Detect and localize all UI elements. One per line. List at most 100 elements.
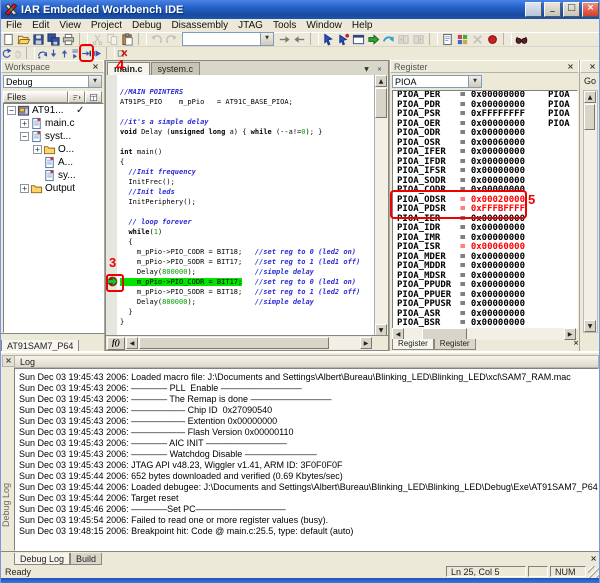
make-project-button[interactable]	[455, 32, 470, 46]
download-and-debug-button[interactable]	[381, 32, 396, 46]
tree-item-syst[interactable]: −syst...	[4, 130, 103, 143]
workspace-tree[interactable]: −AT91...✓+main.c−syst...+O...A...sy...+O…	[3, 103, 104, 333]
scroll-thumb[interactable]	[375, 88, 387, 118]
scroll-thumb[interactable]	[139, 337, 329, 349]
tree-item-a[interactable]: A...	[4, 156, 103, 169]
toolbar-separator	[429, 33, 438, 45]
scroll-left-icon[interactable]: ◀	[126, 337, 138, 349]
chevron-down-icon[interactable]: ▼	[468, 76, 481, 87]
sort-column-icon[interactable]	[68, 91, 85, 103]
toggle-breakpoint-button[interactable]	[485, 32, 500, 46]
tab-list-icon[interactable]: ▼	[361, 65, 372, 75]
register-group-combobox[interactable]: PIOA ▼	[392, 75, 482, 88]
options-column-icon[interactable]	[85, 91, 102, 103]
editor-vertical-scrollbar[interactable]: ▲ ▼	[374, 75, 388, 336]
go-to-definition-button[interactable]	[321, 32, 336, 46]
title-bar[interactable]: IAR Embedded Workbench IDE _ □ ×	[1, 0, 600, 19]
chevron-down-icon[interactable]: ▼	[88, 76, 101, 87]
new-document-button[interactable]	[1, 32, 16, 46]
log-content[interactable]: Sun Dec 03 19:45:43 2006: Loaded macro f…	[14, 368, 599, 551]
tree-item-o[interactable]: +O...	[4, 143, 103, 156]
step-into-button[interactable]	[48, 46, 59, 60]
tab-main-c[interactable]: main.c	[107, 62, 150, 75]
tab-register-2[interactable]: Register	[434, 339, 476, 350]
menu-window[interactable]: Window	[301, 20, 347, 31]
menu-view[interactable]: View	[54, 20, 86, 31]
debug-button[interactable]	[514, 32, 529, 46]
scroll-down-icon[interactable]: ▼	[584, 320, 596, 332]
log-tabs-close-icon[interactable]: ×	[590, 553, 597, 565]
register-close-icon[interactable]: ×	[564, 61, 577, 73]
menu-disassembly[interactable]: Disassembly	[166, 20, 233, 31]
tab-register-1[interactable]: Register	[392, 339, 434, 350]
find-previous-button[interactable]	[292, 32, 307, 46]
navigate-back-button[interactable]	[396, 32, 411, 46]
undo-button[interactable]	[149, 32, 164, 46]
tab-debug-log[interactable]: Debug Log	[14, 553, 70, 565]
menu-project[interactable]: Project	[86, 20, 127, 31]
expand-icon[interactable]: +	[20, 184, 29, 193]
close-button[interactable]: ×	[582, 2, 599, 17]
copy-button[interactable]	[105, 32, 120, 46]
tree-item-output[interactable]: +Output	[4, 182, 103, 195]
break-button[interactable]	[12, 46, 23, 60]
menu-tools[interactable]: Tools	[268, 20, 301, 31]
print-button[interactable]	[61, 32, 76, 46]
quick-search-input[interactable]	[183, 33, 260, 45]
editor-horizontal-scrollbar[interactable]: ◀ ▶	[126, 337, 372, 349]
cut-button[interactable]	[90, 32, 105, 46]
menu-jtag[interactable]: JTAG	[233, 20, 268, 31]
menu-file[interactable]: File	[1, 20, 27, 31]
editor-window-button[interactable]	[351, 32, 366, 46]
files-column-header[interactable]: Files	[3, 91, 68, 103]
paste-button[interactable]	[120, 32, 135, 46]
navigate-forward-button[interactable]	[411, 32, 426, 46]
menu-edit[interactable]: Edit	[27, 20, 54, 31]
function-list-button[interactable]: f()	[107, 337, 125, 350]
expand-icon[interactable]: +	[33, 145, 42, 154]
register-list[interactable]: PIOA_PER= 0x00000000PIOAPIOA_PDR= 0x0000…	[392, 90, 578, 329]
open-file-button[interactable]	[16, 32, 31, 46]
combobox-dropdown-icon[interactable]: ▼	[260, 33, 273, 45]
reset-button[interactable]	[1, 46, 12, 60]
scroll-thumb[interactable]	[584, 104, 595, 130]
menu-bar[interactable]: FileEditViewProjectDebugDisassemblyJTAGT…	[1, 19, 600, 33]
redo-button[interactable]	[164, 32, 179, 46]
toggle-bookmark-button[interactable]	[336, 32, 351, 46]
quick-search-combobox[interactable]: ▼	[182, 32, 274, 46]
tree-item-at91[interactable]: −AT91...✓	[4, 104, 103, 117]
tab-system-c[interactable]: system.c	[151, 62, 201, 75]
resize-grip[interactable]	[588, 566, 600, 578]
scroll-right-icon[interactable]: ▶	[360, 337, 372, 349]
save-button[interactable]	[31, 32, 46, 46]
maximize-button[interactable]: □	[563, 2, 580, 17]
make-button[interactable]	[366, 32, 381, 46]
save-all-button[interactable]	[46, 32, 61, 46]
step-out-button[interactable]	[59, 46, 70, 60]
collapse-icon[interactable]: −	[7, 106, 16, 115]
menu-help[interactable]: Help	[347, 20, 378, 31]
tab-build[interactable]: Build	[70, 553, 102, 565]
go-button[interactable]	[92, 46, 103, 60]
minimize-button[interactable]: _	[544, 2, 561, 17]
collapse-icon[interactable]: −	[20, 132, 29, 141]
scroll-up-icon[interactable]: ▲	[584, 91, 596, 103]
code-area[interactable]: //MAIN POINTERSAT91PS_PIO m_pPio = AT91C…	[106, 75, 375, 336]
extra-window-button[interactable]	[525, 2, 542, 17]
run-to-cursor-button[interactable]	[81, 46, 92, 60]
expand-icon[interactable]: +	[20, 119, 29, 128]
side-panel-scrollbar[interactable]: ▲ ▼	[583, 90, 598, 333]
next-statement-button[interactable]	[70, 46, 81, 60]
target-combobox[interactable]: Debug ▼	[3, 75, 102, 88]
scroll-up-icon[interactable]: ▲	[375, 75, 387, 87]
stop-build-button[interactable]	[470, 32, 485, 46]
compile-button[interactable]	[440, 32, 455, 46]
workspace-close-icon[interactable]: ×	[89, 61, 102, 73]
menu-debug[interactable]: Debug	[127, 20, 166, 31]
tree-item-sy[interactable]: sy...	[4, 169, 103, 182]
step-over-button[interactable]	[37, 46, 48, 60]
side-panel-close-icon[interactable]: ×	[586, 61, 599, 73]
editor-close-icon[interactable]: ×	[374, 65, 385, 75]
find-next-button[interactable]	[277, 32, 292, 46]
tree-item-mainc[interactable]: +main.c	[4, 117, 103, 130]
